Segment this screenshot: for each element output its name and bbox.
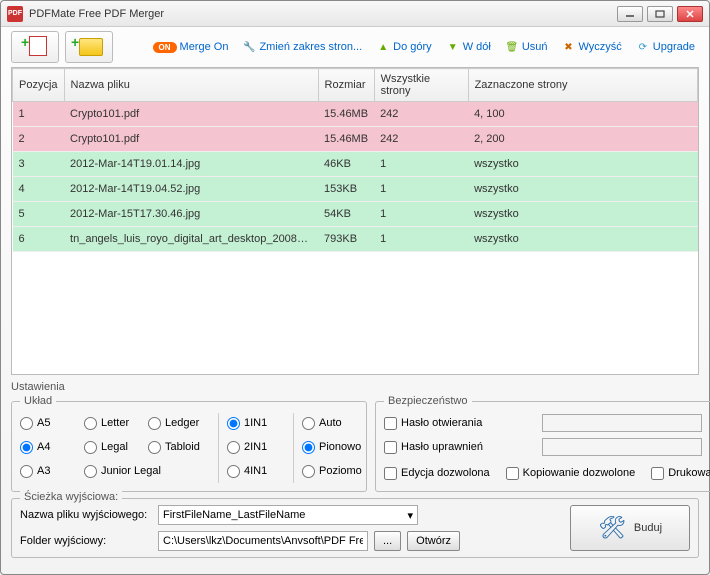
security-legend: Bezpieczeństwo: [384, 395, 472, 407]
output-folder-label: Folder wyjściowy:: [20, 535, 150, 547]
build-button[interactable]: 🛠 Buduj: [570, 505, 690, 551]
add-folder-button[interactable]: +: [65, 31, 113, 63]
radio-junior-legal[interactable]: Junior Legal: [84, 461, 144, 481]
broom-icon: ✖: [562, 40, 576, 54]
toolbar: + + ON Merge On 🔧Zmień zakres stron... ▲…: [1, 27, 709, 67]
radio-a4[interactable]: A4: [20, 437, 80, 457]
trash-icon: 🗑: [505, 40, 519, 54]
col-allpages[interactable]: Wszystkie strony: [374, 69, 468, 102]
perm-password-input: [542, 438, 702, 456]
table-row[interactable]: 32012-Mar-14T19.01.14.jpg46KB1wszystko: [13, 152, 698, 177]
clear-link[interactable]: ✖Wyczyść: [558, 38, 626, 56]
table-row[interactable]: 52012-Mar-15T17.30.46.jpg54KB1wszystko: [13, 202, 698, 227]
upgrade-icon: ⟳: [636, 40, 650, 54]
table-row[interactable]: 6tn_angels_luis_royo_digital_art_desktop…: [13, 227, 698, 252]
output-section: Ścieżka wyjściowa: Nazwa pliku wyjściowe…: [11, 498, 699, 558]
app-icon: PDF: [7, 6, 23, 22]
edit-allowed-check[interactable]: Edycja dozwolona: [384, 463, 490, 483]
add-file-icon: +: [23, 36, 47, 58]
tools-icon: 🛠: [598, 515, 626, 541]
chevron-down-icon: ▾: [407, 509, 413, 522]
radio-2in1[interactable]: 2IN1: [227, 437, 283, 457]
col-size[interactable]: Rozmiar: [318, 69, 374, 102]
radio-auto[interactable]: Auto: [302, 413, 358, 433]
browse-button[interactable]: ...: [374, 531, 401, 551]
radio-letter[interactable]: Letter: [84, 413, 144, 433]
output-folder-input[interactable]: [158, 531, 368, 551]
output-name-combo[interactable]: FirstFileName_LastFileName ▾: [158, 505, 418, 525]
radio-ledger[interactable]: Ledger: [148, 413, 208, 433]
arrow-down-icon: ▼: [446, 40, 460, 54]
print-allowed-check[interactable]: Drukowanie dozwolone: [651, 463, 710, 483]
radio-4in1[interactable]: 4IN1: [227, 461, 283, 481]
toggle-on-icon: ON: [153, 42, 177, 53]
maximize-button[interactable]: [647, 6, 673, 22]
file-table: Pozycja Nazwa pliku Rozmiar Wszystkie st…: [11, 67, 699, 375]
layout-legend: Układ: [20, 395, 56, 407]
output-legend: Ścieżka wyjściowa:: [20, 491, 122, 503]
output-name-label: Nazwa pliku wyjściowego:: [20, 509, 150, 521]
close-button[interactable]: [677, 6, 703, 22]
radio-a5[interactable]: A5: [20, 413, 80, 433]
open-password-check[interactable]: Hasło otwierania: [384, 413, 534, 433]
table-row[interactable]: 42012-Mar-14T19.04.52.jpg153KB1wszystko: [13, 177, 698, 202]
app-window: PDF PDFMate Free PDF Merger + + ON Merge…: [0, 0, 710, 575]
minimize-button[interactable]: [617, 6, 643, 22]
merge-toggle[interactable]: ON Merge On: [149, 39, 233, 55]
add-folder-icon: +: [75, 36, 103, 58]
col-filename[interactable]: Nazwa pliku: [64, 69, 318, 102]
move-down-link[interactable]: ▼W dół: [442, 38, 495, 56]
upgrade-link[interactable]: ⟳Upgrade: [632, 38, 699, 56]
add-file-button[interactable]: +: [11, 31, 59, 63]
wrench-icon: 🔧: [242, 40, 256, 54]
table-row[interactable]: 2Crypto101.pdf15.46MB2422, 200: [13, 127, 698, 152]
window-title: PDFMate Free PDF Merger: [29, 8, 617, 20]
settings-label: Ustawienia: [11, 381, 699, 393]
perm-password-check[interactable]: Hasło uprawnień: [384, 437, 534, 457]
radio-tabloid[interactable]: Tabloid: [148, 437, 208, 457]
change-range-link[interactable]: 🔧Zmień zakres stron...: [238, 38, 366, 56]
open-folder-button[interactable]: Otwórz: [407, 531, 460, 551]
layout-fieldset: Układ A5LetterLedger A4LegalTabloid A3Juni…: [11, 395, 367, 492]
delete-link[interactable]: 🗑Usuń: [501, 38, 552, 56]
settings-section: Ustawienia Układ A5LetterLedger A4LegalTa…: [11, 381, 699, 492]
copy-allowed-check[interactable]: Kopiowanie dozwolone: [506, 463, 636, 483]
radio-pionowo[interactable]: Pionowo: [302, 437, 358, 457]
radio-a3[interactable]: A3: [20, 461, 80, 481]
arrow-up-icon: ▲: [376, 40, 390, 54]
col-markedpages[interactable]: Zaznaczone strony: [468, 69, 697, 102]
radio-legal[interactable]: Legal: [84, 437, 144, 457]
move-up-link[interactable]: ▲Do góry: [372, 38, 436, 56]
table-row[interactable]: 1Crypto101.pdf15.46MB2424, 100: [13, 102, 698, 127]
titlebar: PDF PDFMate Free PDF Merger: [1, 1, 709, 27]
col-position[interactable]: Pozycja: [13, 69, 65, 102]
radio-1in1[interactable]: 1IN1: [227, 413, 283, 433]
radio-poziomo[interactable]: Poziomo: [302, 461, 358, 481]
security-fieldset: Bezpieczeństwo Hasło otwierania Hasło up…: [375, 395, 710, 492]
open-password-input: [542, 414, 702, 432]
